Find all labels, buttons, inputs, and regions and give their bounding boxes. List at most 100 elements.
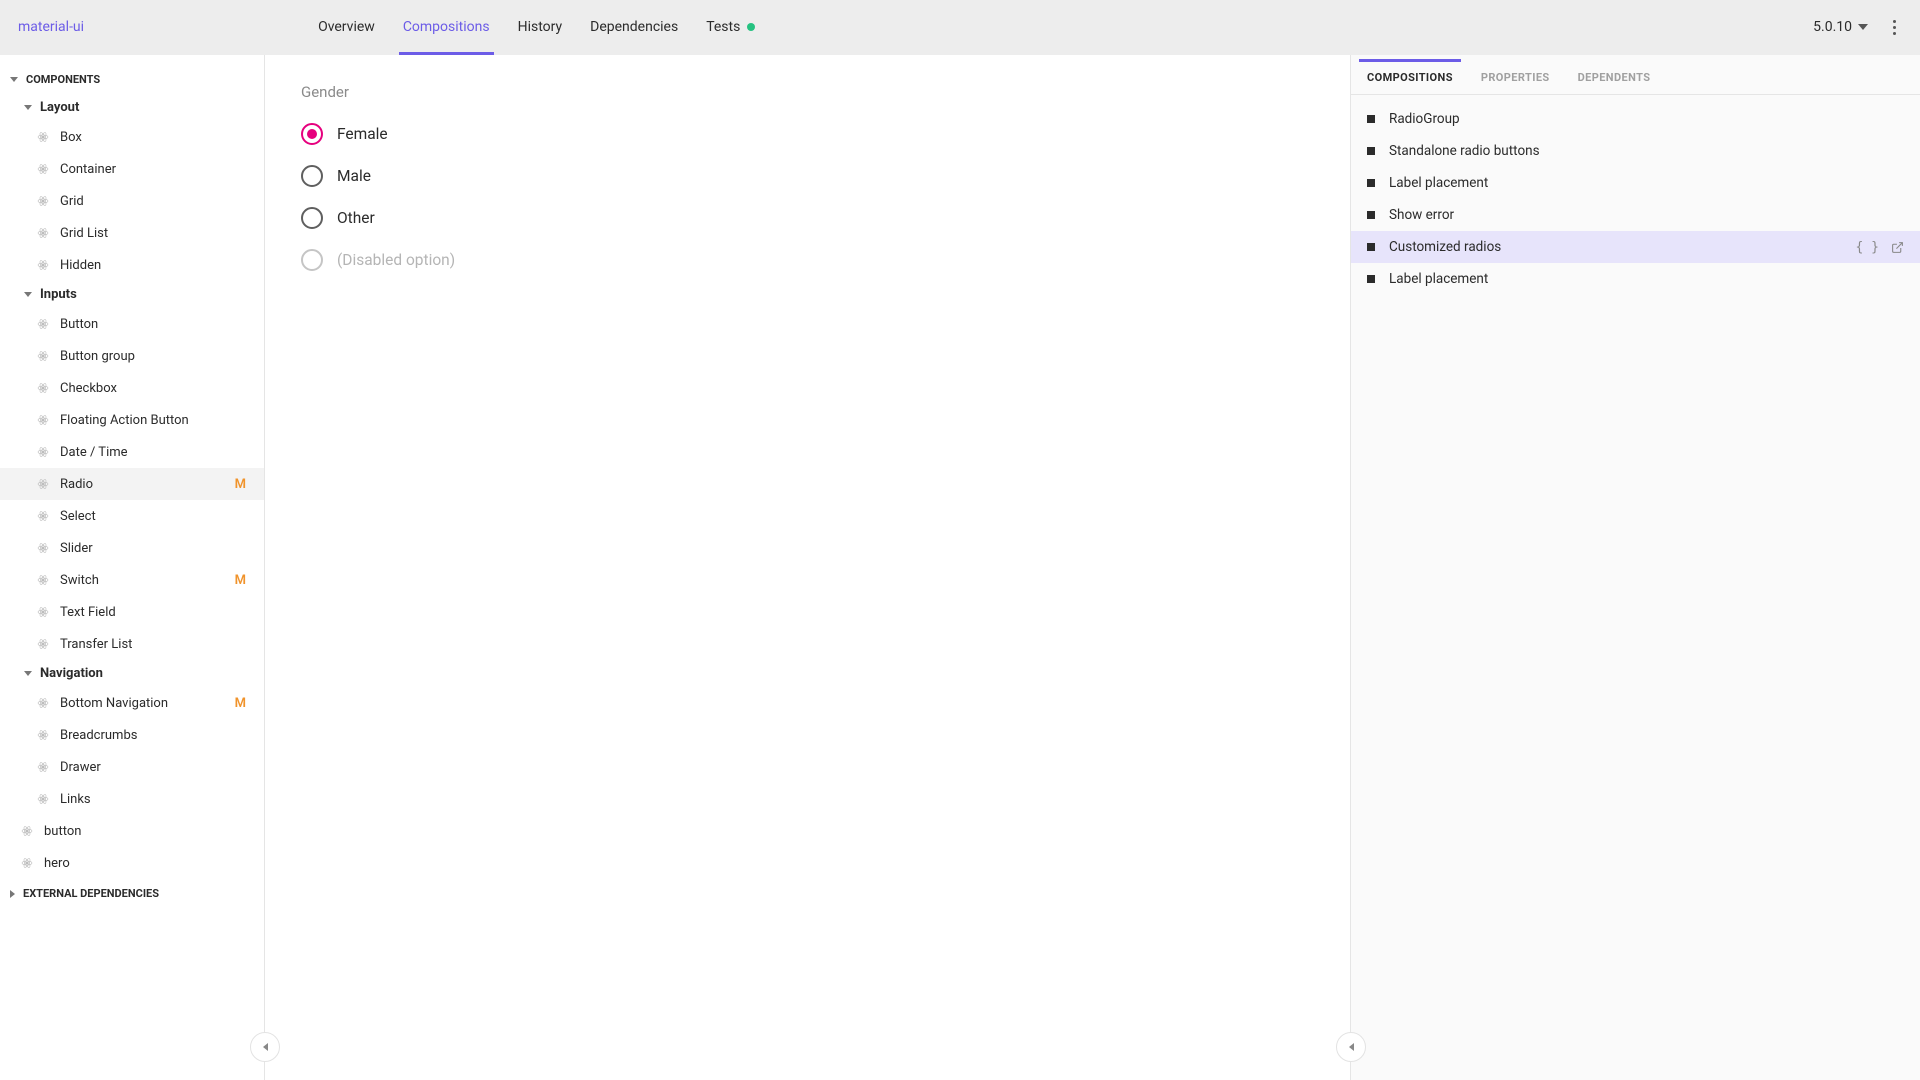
sidebar-item-grid-list[interactable]: Grid List <box>0 217 264 249</box>
rp-tab-compositions[interactable]: Compositions <box>1363 61 1457 94</box>
modified-badge: M <box>235 477 254 492</box>
right-panel: Compositions Properties Dependents Radio… <box>1350 55 1920 1080</box>
more-menu-button[interactable] <box>1886 19 1902 35</box>
radio-option-male[interactable]: Male <box>301 155 1314 197</box>
chevron-left-icon <box>1349 1043 1354 1051</box>
sidebar-item-label: Links <box>60 792 91 807</box>
sidebar-item-button[interactable]: button <box>0 815 264 847</box>
section-components-label: Components <box>26 73 100 86</box>
radio-label: Male <box>337 167 371 185</box>
tab-compositions[interactable]: Compositions <box>389 0 504 55</box>
sidebar-item-label: Floating Action Button <box>60 413 189 428</box>
code-braces-icon[interactable]: { } <box>1856 240 1879 255</box>
tab-tests-label: Tests <box>706 19 740 35</box>
tests-pass-indicator-icon <box>747 23 755 31</box>
sidebar-item-slider[interactable]: Slider <box>0 532 264 564</box>
react-icon <box>36 413 50 427</box>
radio-option-female[interactable]: Female <box>301 113 1314 155</box>
sidebar-item-date-time[interactable]: Date / Time <box>0 436 264 468</box>
react-icon <box>36 162 50 176</box>
chevron-down-icon <box>10 77 18 82</box>
tab-history[interactable]: History <box>504 0 577 55</box>
collapse-sidebar-button[interactable] <box>250 1032 280 1062</box>
radio-icon <box>301 207 323 229</box>
sidebar-item-label: Radio <box>60 477 93 492</box>
sidebar-item-label: Switch <box>60 573 99 588</box>
sidebar-item-hero[interactable]: hero <box>0 847 264 879</box>
radio-label: Other <box>337 209 375 227</box>
react-icon <box>20 856 34 870</box>
collapse-right-panel-button[interactable] <box>1336 1032 1366 1062</box>
sidebar-item-grid[interactable]: Grid <box>0 185 264 217</box>
group-layout-label: Layout <box>40 100 79 115</box>
version-selector[interactable]: 5.0.10 <box>1813 19 1868 35</box>
open-external-icon[interactable] <box>1891 241 1904 254</box>
sidebar-item-label: Transfer List <box>60 637 132 652</box>
tab-tests[interactable]: Tests <box>692 0 769 55</box>
main-area: Components Layout Box Container Grid Grid L… <box>0 55 1920 1080</box>
modified-badge: M <box>235 696 254 711</box>
sidebar-item-container[interactable]: Container <box>0 153 264 185</box>
square-bullet-icon <box>1367 147 1375 155</box>
sidebar-item-radio[interactable]: Radio M <box>0 468 264 500</box>
react-icon <box>36 445 50 459</box>
sidebar-item-label: Grid <box>60 194 84 209</box>
radio-icon <box>301 123 323 145</box>
sidebar-item-transfer-list[interactable]: Transfer List <box>0 628 264 660</box>
react-icon <box>36 381 50 395</box>
sidebar-item-button-group[interactable]: Button group <box>0 340 264 372</box>
sidebar-item-breadcrumbs[interactable]: Breadcrumbs <box>0 719 264 751</box>
preview-pane: Gender FemaleMaleOther(Disabled option) <box>265 55 1350 1080</box>
modified-badge: M <box>235 573 254 588</box>
composition-item-show-error[interactable]: Show error{ } <box>1351 199 1920 231</box>
sidebar-item-label: button <box>44 824 81 839</box>
rp-tab-dependents[interactable]: Dependents <box>1574 61 1655 94</box>
form-legend: Gender <box>301 83 1314 101</box>
tab-dependencies[interactable]: Dependencies <box>576 0 692 55</box>
sidebar-item-box[interactable]: Box <box>0 121 264 153</box>
composition-item-label: Customized radios <box>1389 239 1501 255</box>
sidebar-item-button[interactable]: Button <box>0 308 264 340</box>
sidebar-item-checkbox[interactable]: Checkbox <box>0 372 264 404</box>
section-external-deps[interactable]: External Dependencies <box>0 879 264 908</box>
radio-label: Female <box>337 125 388 143</box>
rp-tab-properties[interactable]: Properties <box>1477 61 1554 94</box>
group-navigation[interactable]: Navigation <box>0 660 264 687</box>
section-components[interactable]: Components <box>0 65 264 94</box>
version-label: 5.0.10 <box>1813 19 1852 35</box>
composition-item-label-placement[interactable]: Label placement{ } <box>1351 263 1920 295</box>
right-panel-tabs: Compositions Properties Dependents <box>1351 55 1920 95</box>
sidebar-item-label: Box <box>60 130 82 145</box>
topbar-right: 5.0.10 <box>1813 19 1902 35</box>
square-bullet-icon <box>1367 275 1375 283</box>
composition-item-label-placement[interactable]: Label placement{ } <box>1351 167 1920 199</box>
sidebar-item-bottom-navigation[interactable]: Bottom NavigationM <box>0 687 264 719</box>
composition-item-standalone-radio-buttons[interactable]: Standalone radio buttons{ } <box>1351 135 1920 167</box>
composition-item-radiogroup[interactable]: RadioGroup{ } <box>1351 103 1920 135</box>
radio-icon <box>301 165 323 187</box>
group-layout[interactable]: Layout <box>0 94 264 121</box>
brand-link[interactable]: material-ui <box>18 19 84 35</box>
react-icon <box>36 317 50 331</box>
sidebar-item-label: Breadcrumbs <box>60 728 137 743</box>
sidebar-item-hidden[interactable]: Hidden <box>0 249 264 281</box>
sidebar-item-select[interactable]: Select <box>0 500 264 532</box>
sidebar-item-switch[interactable]: Switch M <box>0 564 264 596</box>
composition-item-customized-radios[interactable]: Customized radios { } <box>1351 231 1920 263</box>
chevron-left-icon <box>263 1043 268 1051</box>
sidebar-item-label: Drawer <box>60 760 101 775</box>
sidebar-item-links[interactable]: Links <box>0 783 264 815</box>
react-icon <box>36 130 50 144</box>
sidebar-item-text-field[interactable]: Text Field <box>0 596 264 628</box>
react-icon <box>36 573 50 587</box>
radio-option-other[interactable]: Other <box>301 197 1314 239</box>
sidebar-item-label: Checkbox <box>60 381 117 396</box>
sidebar-item-drawer[interactable]: Drawer <box>0 751 264 783</box>
tab-overview[interactable]: Overview <box>304 0 389 55</box>
react-icon <box>36 696 50 710</box>
sidebar-item-label: hero <box>44 856 70 871</box>
group-inputs-label: Inputs <box>40 287 77 302</box>
sidebar-item-floating-action-button[interactable]: Floating Action Button <box>0 404 264 436</box>
group-inputs[interactable]: Inputs <box>0 281 264 308</box>
composition-item-label: Label placement <box>1389 271 1488 287</box>
